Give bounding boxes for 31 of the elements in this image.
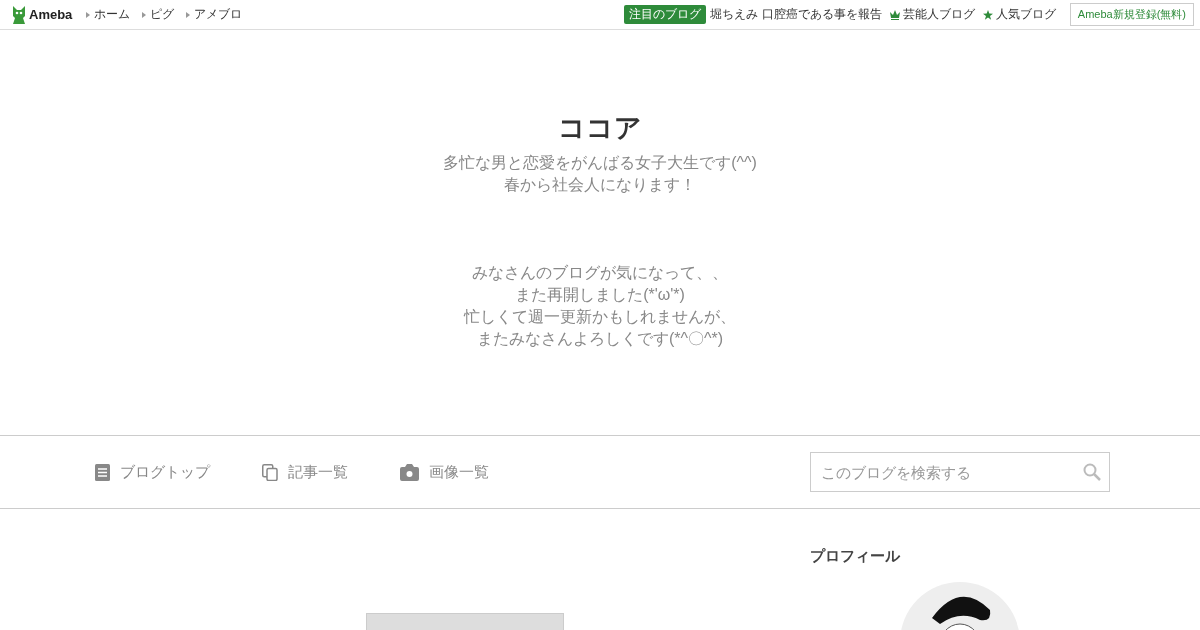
signup-button[interactable]: Ameba新規登録(無料) bbox=[1069, 3, 1194, 26]
blog-description: 多忙な男と恋愛をがんばる女子大生です(^^) bbox=[443, 153, 757, 173]
mascot-icon bbox=[12, 5, 26, 24]
nav-link[interactable]: 記事一覧 bbox=[262, 462, 348, 482]
blog-message: またみなさんよろしくです(*^〇^*) bbox=[475, 329, 725, 349]
crown-icon bbox=[889, 9, 900, 20]
ameba-logo[interactable]: Ameba bbox=[12, 5, 73, 24]
triangle-icon bbox=[86, 11, 91, 18]
header-link[interactable]: ホーム bbox=[86, 6, 131, 23]
triangle-icon bbox=[186, 11, 191, 18]
document-icon bbox=[95, 463, 110, 481]
blog-title[interactable]: ココア bbox=[558, 110, 642, 146]
blog-message: また再開しました(*'ω'*) bbox=[514, 285, 686, 305]
star-icon bbox=[982, 9, 993, 20]
ranking-link[interactable]: 芸能人ブログ bbox=[889, 6, 975, 23]
featured-badge: 注目のブログ bbox=[624, 5, 707, 24]
nav-link[interactable]: 画像一覧 bbox=[400, 462, 489, 482]
sidebar-heading: プロフィール bbox=[810, 547, 901, 566]
copy-icon bbox=[262, 463, 278, 481]
header-link[interactable]: アメブロ bbox=[186, 6, 243, 23]
blog-message: みなさんのブログが気になって、、 bbox=[471, 263, 729, 283]
triangle-icon bbox=[142, 11, 147, 18]
search-icon bbox=[1083, 463, 1101, 481]
featured-link[interactable]: 堀ちえみ 口腔癌である事を報告 bbox=[710, 6, 882, 23]
blog-description: 春から社会人になります！ bbox=[503, 175, 697, 195]
ranking-link[interactable]: 人気ブログ bbox=[982, 6, 1056, 23]
header-link[interactable]: ピグ bbox=[142, 6, 175, 23]
search-field[interactable]: このブログを検索する bbox=[810, 452, 1110, 492]
nav-link[interactable]: ブログトップ bbox=[95, 462, 210, 482]
blog-message: 忙しくて週一更新かもしれませんが、 bbox=[464, 307, 736, 327]
camera-icon bbox=[400, 463, 419, 481]
